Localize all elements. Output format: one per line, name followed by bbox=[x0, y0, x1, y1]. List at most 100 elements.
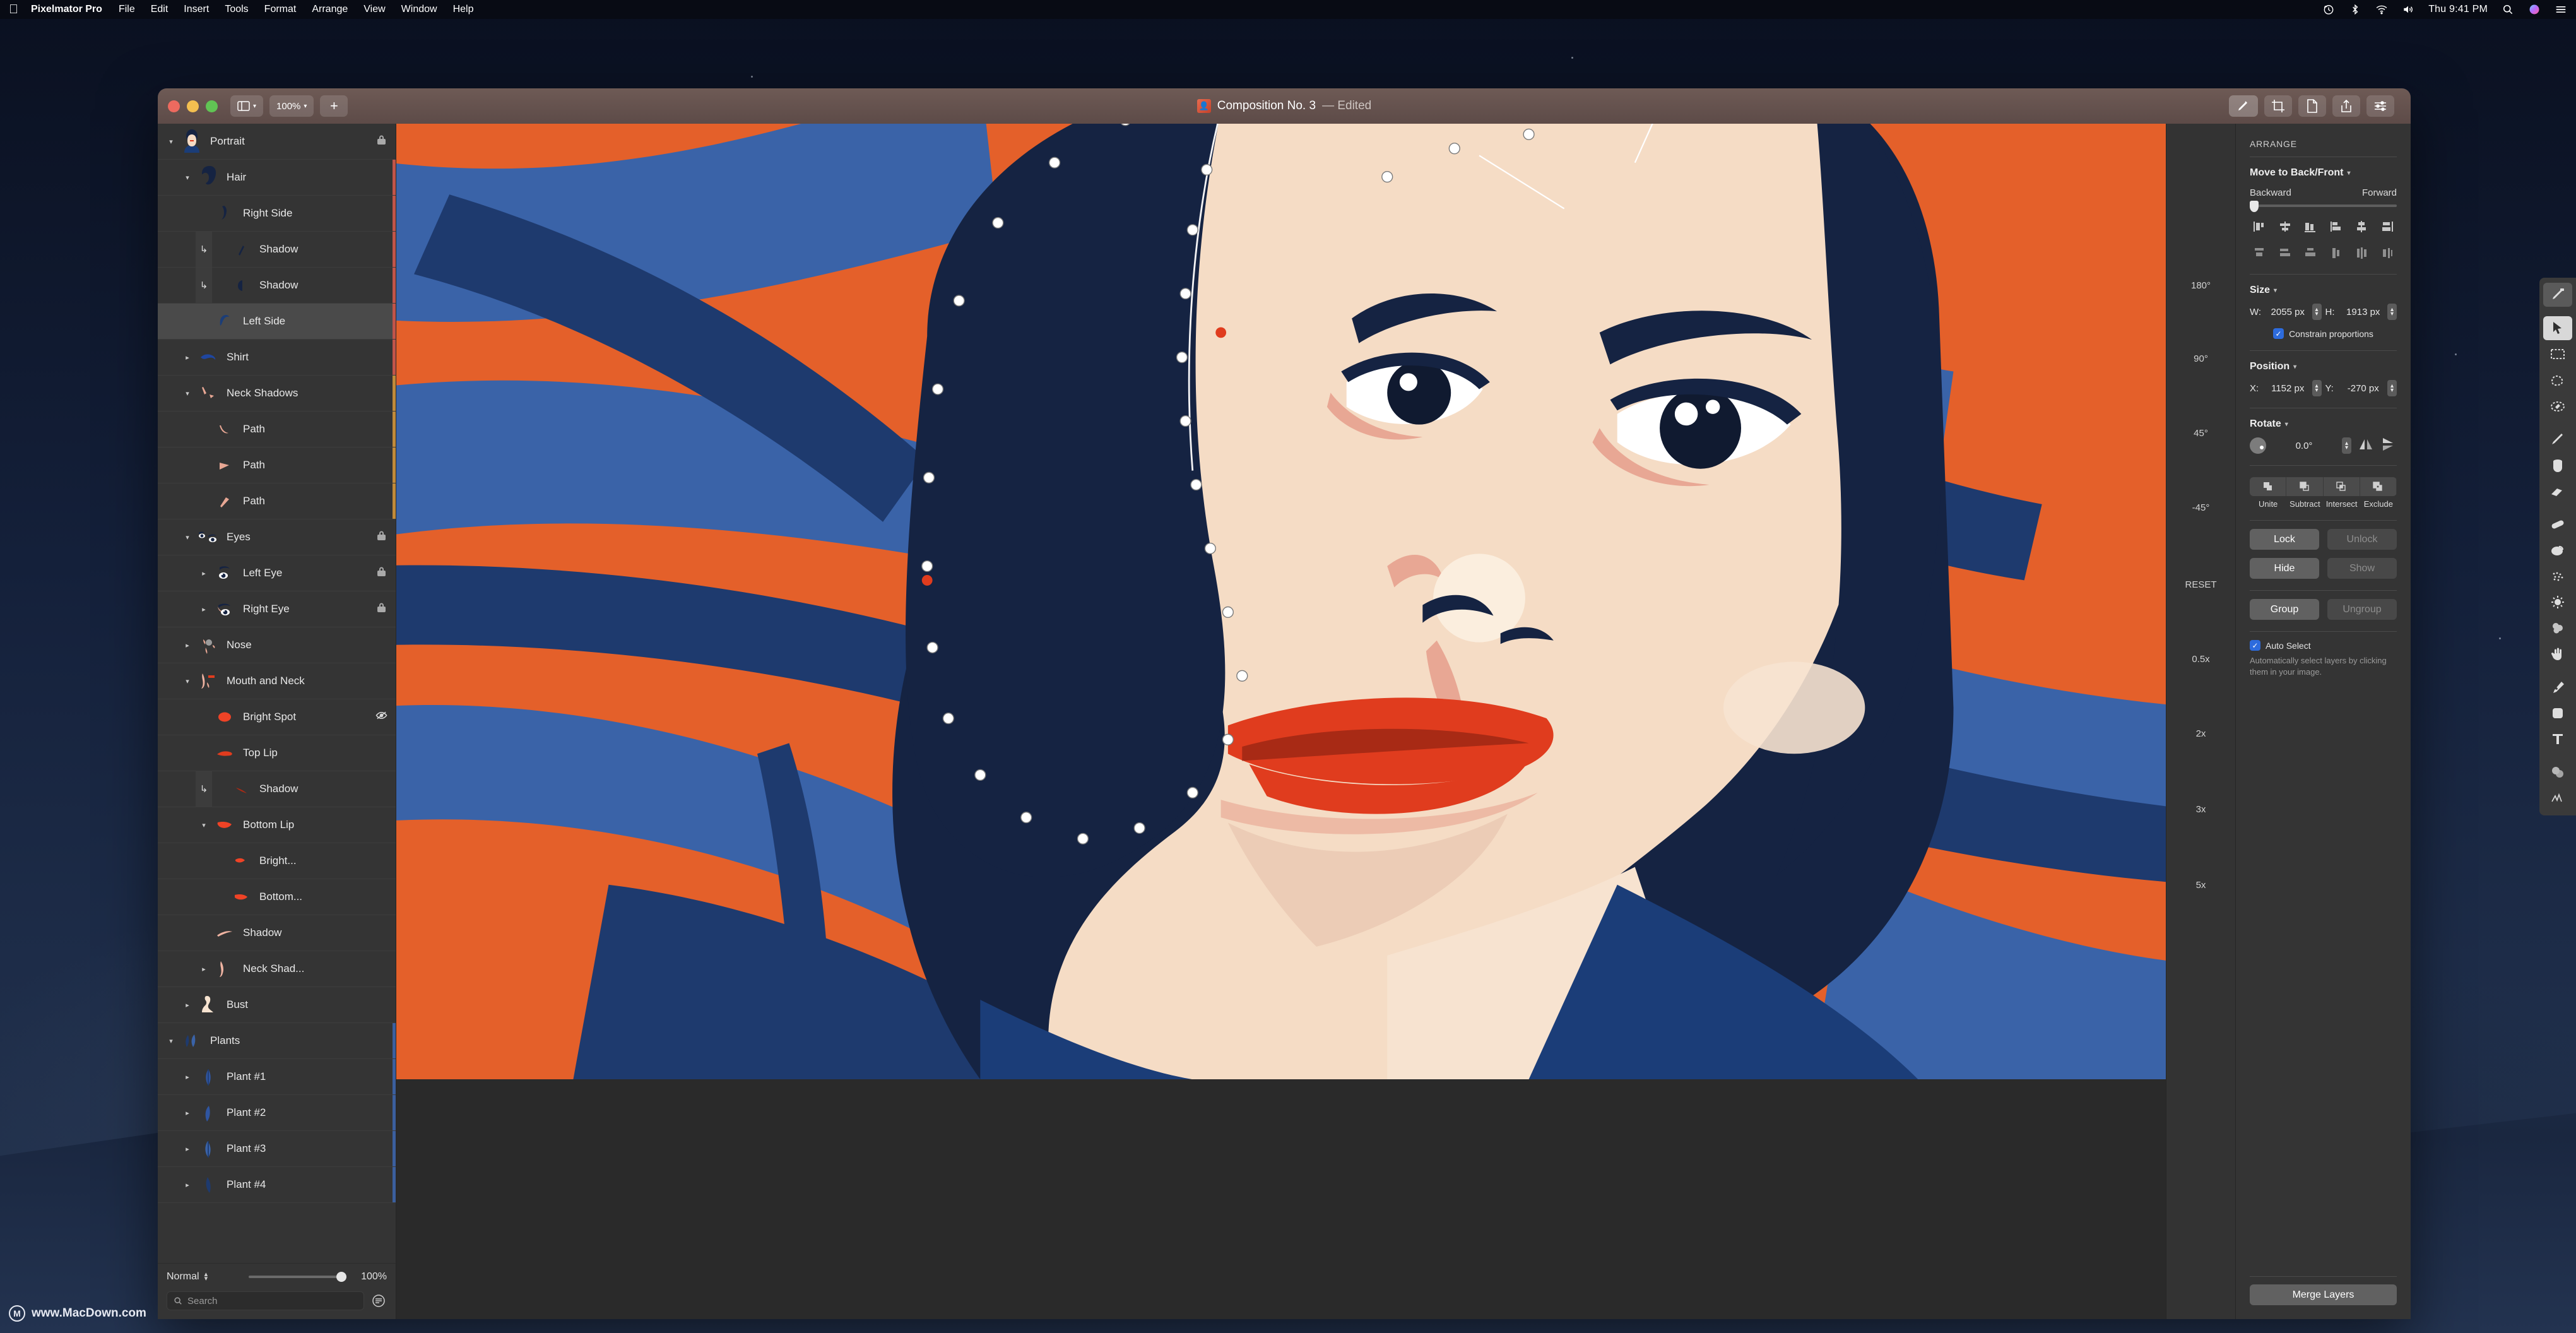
add-layer-button[interactable]: + bbox=[320, 95, 348, 117]
layer-name[interactable]: Bright... bbox=[259, 855, 373, 867]
paint-brush-icon[interactable] bbox=[2543, 427, 2572, 451]
rect-select-icon[interactable] bbox=[2543, 342, 2572, 366]
layer-row[interactable]: Top Lip bbox=[158, 735, 396, 771]
layer-row[interactable]: ▸ Neck Shad... bbox=[158, 951, 396, 987]
layer-name[interactable]: Bust bbox=[227, 998, 373, 1011]
control-center-icon[interactable] bbox=[2555, 3, 2567, 16]
inspector-toggle-button[interactable] bbox=[2366, 95, 2394, 117]
layer-row[interactable]: Bright... bbox=[158, 843, 396, 879]
lock-button[interactable]: Lock bbox=[2250, 529, 2319, 550]
position-fields[interactable]: X: 1152 px ▴ ▾ Y: -270 px ▴ ▾ bbox=[2250, 380, 2397, 396]
disclosure-closed-icon[interactable]: ▸ bbox=[179, 1181, 196, 1189]
layer-name[interactable]: Hair bbox=[227, 171, 373, 184]
disclosure-open-icon[interactable]: ▾ bbox=[163, 1037, 179, 1045]
pen-icon[interactable] bbox=[2543, 675, 2572, 699]
layers-footer[interactable]: Normal ▴ ▾ 100% Search bbox=[158, 1263, 396, 1319]
constrain-proportions-row[interactable]: ✓ Constrain proportions bbox=[2250, 328, 2397, 339]
layer-row[interactable]: ▸ Left Eye bbox=[158, 555, 396, 591]
shape-icon[interactable] bbox=[2543, 701, 2572, 725]
disclosure-open-icon[interactable]: ▾ bbox=[179, 533, 196, 542]
blend-opacity-row[interactable]: Normal ▴ ▾ 100% bbox=[167, 1271, 387, 1283]
chevron-down-icon[interactable]: ▾ bbox=[2285, 421, 2288, 428]
layer-name[interactable]: Plant #1 bbox=[227, 1070, 373, 1083]
layer-row[interactable]: ↳ Shadow bbox=[158, 232, 396, 268]
boolean-ops-buttons[interactable] bbox=[2250, 477, 2397, 496]
menu-item-tools[interactable]: Tools bbox=[225, 4, 248, 15]
rotate-angle-value[interactable]: 0.0° bbox=[2272, 441, 2336, 451]
space-h-center-icon[interactable] bbox=[2352, 246, 2372, 260]
pixelate-icon[interactable] bbox=[2543, 564, 2572, 588]
eraser-icon[interactable] bbox=[2543, 479, 2572, 503]
align-top-icon[interactable] bbox=[2327, 220, 2346, 234]
layers-search-input[interactable]: Search bbox=[167, 1291, 364, 1310]
layer-name[interactable]: Plant #3 bbox=[227, 1142, 373, 1155]
crop-button[interactable] bbox=[2264, 95, 2292, 117]
color-adjust-icon[interactable] bbox=[2543, 761, 2572, 785]
layer-name[interactable]: Mouth and Neck bbox=[227, 675, 373, 687]
layer-row[interactable]: ▾ Bottom Lip bbox=[158, 807, 396, 843]
clone-icon[interactable] bbox=[2543, 538, 2572, 562]
disclosure-closed-icon[interactable]: ▸ bbox=[196, 569, 212, 578]
rotate-stepper[interactable]: ▴ ▾ bbox=[2342, 437, 2351, 454]
layer-name[interactable]: Path bbox=[243, 459, 373, 471]
rail-action-05x[interactable]: 0.5x bbox=[2166, 654, 2235, 665]
position-section[interactable]: Position ▾ bbox=[2250, 361, 2397, 372]
layers-list[interactable]: ▾ Portrait ▾ Hair Right Side ↳ Shadow ↳ Shadow Le… bbox=[158, 124, 396, 1263]
layer-row[interactable]: Path bbox=[158, 447, 396, 483]
lock-unlock-row[interactable]: Lock Unlock bbox=[2250, 529, 2397, 550]
layer-row[interactable]: Path bbox=[158, 412, 396, 447]
merge-layers-wrap[interactable]: Merge Layers bbox=[2250, 1276, 2397, 1305]
group-button[interactable]: Group bbox=[2250, 599, 2319, 620]
layer-lock-icon[interactable] bbox=[373, 134, 389, 148]
layers-search-row[interactable]: Search bbox=[167, 1291, 387, 1310]
layer-row[interactable]: Bottom... bbox=[158, 879, 396, 915]
layer-name[interactable]: Left Side bbox=[243, 315, 373, 328]
layer-name[interactable]: Neck Shad... bbox=[243, 963, 373, 975]
chevron-down-icon[interactable]: ▾ bbox=[2274, 287, 2277, 294]
layer-row[interactable]: ▸ Plant #3 bbox=[158, 1131, 396, 1167]
layer-row[interactable]: ▸ Shirt bbox=[158, 340, 396, 376]
space-h-left-icon[interactable] bbox=[2327, 246, 2346, 260]
hand-icon[interactable] bbox=[2543, 642, 2572, 666]
align-left-icon[interactable] bbox=[2250, 220, 2269, 234]
rail-action-5x[interactable]: 5x bbox=[2166, 880, 2235, 891]
layer-row[interactable]: ↳ Shadow bbox=[158, 771, 396, 807]
distribute-middle-icon[interactable] bbox=[2276, 246, 2295, 260]
disclosure-closed-icon[interactable]: ▸ bbox=[179, 1145, 196, 1153]
x-value[interactable]: 1152 px bbox=[2267, 383, 2308, 394]
menu-item-insert[interactable]: Insert bbox=[184, 4, 209, 15]
layer-lock-icon[interactable] bbox=[373, 530, 389, 544]
group-ungroup-row[interactable]: Group Ungroup bbox=[2250, 599, 2397, 620]
rail-action-90[interactable]: 90° bbox=[2166, 353, 2235, 364]
disclosure-closed-icon[interactable]: ▸ bbox=[179, 1109, 196, 1117]
layer-name[interactable]: Plant #4 bbox=[227, 1178, 373, 1191]
disclosure-open-icon[interactable]: ▾ bbox=[179, 174, 196, 182]
layer-row[interactable]: Shadow bbox=[158, 915, 396, 951]
layer-name[interactable]: Path bbox=[243, 423, 373, 435]
type-icon[interactable] bbox=[2543, 727, 2572, 751]
align-buttons-row2[interactable] bbox=[2250, 246, 2397, 260]
tool-palette[interactable] bbox=[2539, 278, 2576, 815]
canvas-area[interactable] bbox=[396, 124, 2166, 1319]
disclosure-closed-icon[interactable]: ▸ bbox=[179, 641, 196, 649]
layer-lock-icon[interactable] bbox=[373, 566, 389, 580]
layers-sidebar[interactable]: ▾ Portrait ▾ Hair Right Side ↳ Shadow ↳ Shadow Le… bbox=[158, 124, 396, 1319]
size-fields[interactable]: W: 2055 px ▴ ▾ H: 1913 px ▴ ▾ bbox=[2250, 304, 2397, 320]
layer-row[interactable]: ▸ Bust bbox=[158, 987, 396, 1023]
rotate-dial[interactable] bbox=[2250, 437, 2266, 454]
layer-row[interactable]: Bright Spot bbox=[158, 699, 396, 735]
smudge-icon[interactable] bbox=[2543, 616, 2572, 640]
layer-row[interactable]: ▾ Hair bbox=[158, 160, 396, 196]
rail-action-reset[interactable]: RESET bbox=[2166, 579, 2235, 590]
layer-row[interactable]: ▸ Plant #4 bbox=[158, 1167, 396, 1203]
layer-lock-icon[interactable] bbox=[373, 602, 389, 616]
zoom-level-button[interactable]: 100% ▾ bbox=[269, 95, 314, 117]
bluetooth-icon[interactable] bbox=[2349, 3, 2361, 16]
opacity-slider[interactable] bbox=[249, 1272, 346, 1282]
layer-name[interactable]: Shadow bbox=[259, 279, 373, 292]
order-slider-handle[interactable] bbox=[2250, 201, 2259, 212]
layer-name[interactable]: Shadow bbox=[259, 243, 373, 256]
layer-row[interactable]: ▸ Plant #2 bbox=[158, 1095, 396, 1131]
menu-item-arrange[interactable]: Arrange bbox=[312, 4, 348, 15]
artwork-illustration[interactable] bbox=[396, 124, 2166, 1080]
